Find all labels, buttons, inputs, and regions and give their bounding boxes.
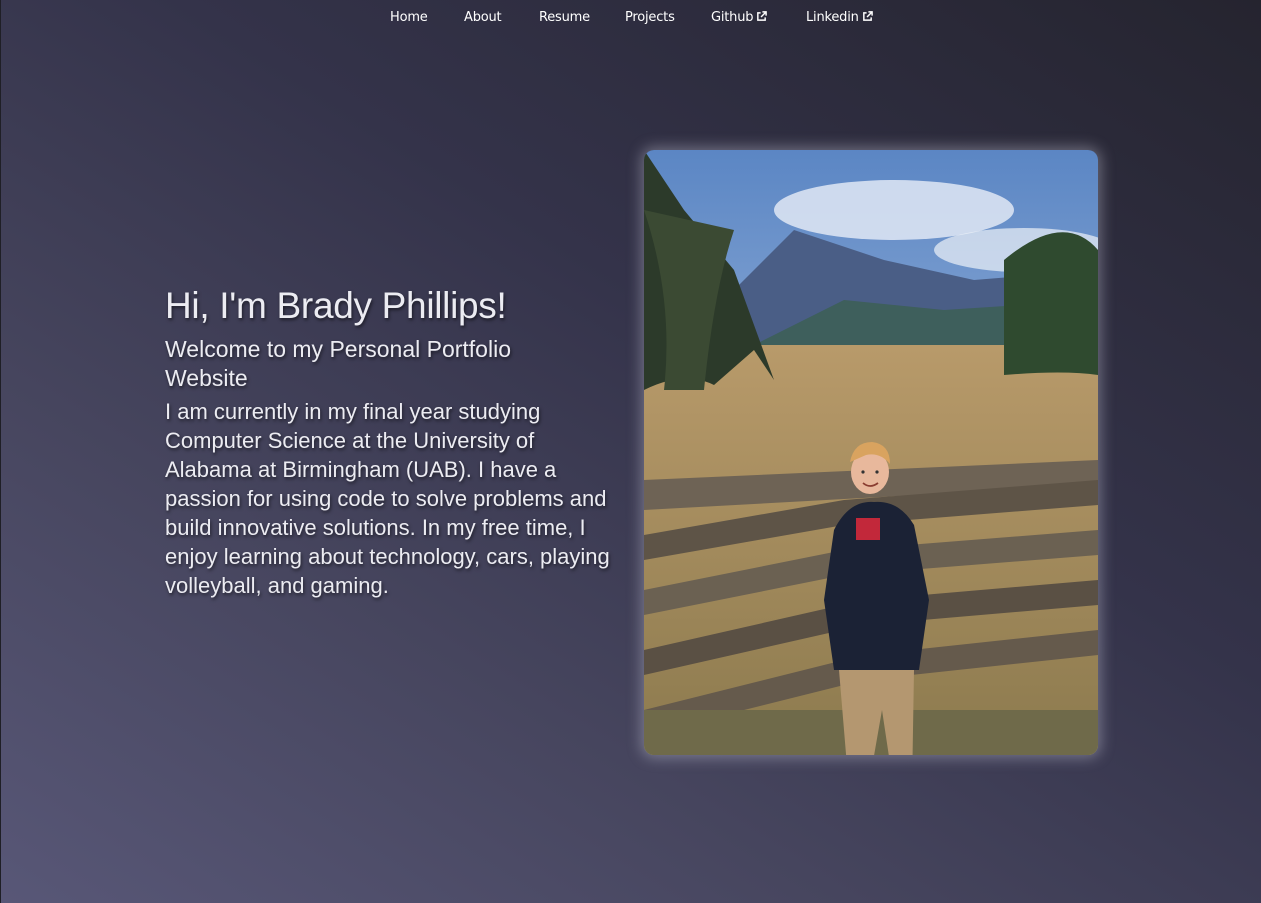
nav-github-link[interactable]: Github (711, 10, 768, 25)
external-link-icon (862, 11, 873, 21)
hero-intro: Hi, I'm Brady Phillips! Welcome to my Pe… (165, 283, 620, 600)
nav-home-link[interactable]: Home (390, 10, 428, 25)
hero-subheading: Welcome to my Personal Portfolio Website (165, 336, 511, 391)
hero-bio: I am currently in my final year studying… (165, 399, 610, 598)
nav-linkedin-label: Linkedin (806, 10, 859, 25)
external-link-icon (757, 11, 768, 21)
hero-heading: Hi, I'm Brady Phillips! (165, 285, 507, 326)
portrait-photo (644, 150, 1098, 755)
nav-projects-link[interactable]: Projects (625, 10, 675, 25)
nav-about-link[interactable]: About (464, 10, 502, 25)
portrait-illustration (644, 150, 1098, 755)
top-nav: Home About Resume Projects Github Linked… (0, 0, 1261, 36)
nav-resume-link[interactable]: Resume (539, 10, 590, 25)
nav-github-label: Github (711, 10, 754, 25)
nav-linkedin-link[interactable]: Linkedin (806, 10, 873, 25)
page-edge (0, 0, 1, 903)
